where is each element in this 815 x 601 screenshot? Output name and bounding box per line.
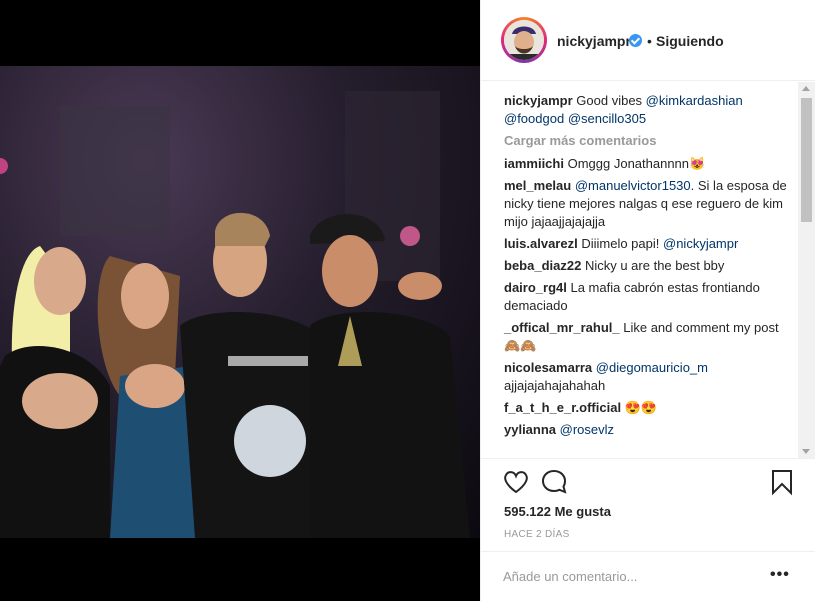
comment-username-link[interactable]: _offical_mr_rahul_ <box>504 320 620 335</box>
comment-username-link[interactable]: dairo_rg4l <box>504 280 567 295</box>
caption-mention-link[interactable]: @kimkardashian <box>646 93 743 108</box>
caption-mention-link[interactable]: @sencillo305 <box>568 111 646 126</box>
comment-username-link[interactable]: mel_melau <box>504 178 571 193</box>
add-comment-bar: ••• <box>481 551 815 601</box>
comment-mention-link[interactable]: @manuelvictor1530 <box>575 178 691 193</box>
comment-rows: iammiichi Omggg Jonathannnn😻 mel_melau @m… <box>504 155 794 439</box>
comment-row: mel_melau @manuelvictor1530. Si la espos… <box>504 177 794 231</box>
caption-username-link[interactable]: nickyjampr <box>504 93 573 108</box>
comment-mention-link[interactable]: @nickyjampr <box>659 236 738 251</box>
comment-row: nicolesamarra @diegomauricio_m ajjajajah… <box>504 359 794 395</box>
comments-list[interactable]: nickyjampr Good vibes @kimkardashian @fo… <box>481 82 815 458</box>
header-separator: • <box>647 33 652 49</box>
post-timestamp[interactable]: HACE 2 DÍAS <box>504 529 570 540</box>
comment-row: luis.alvarezl Diiimelo papi! @nickyjampr <box>504 235 794 253</box>
comments-scrollbar[interactable] <box>798 82 815 458</box>
comment-row: iammiichi Omggg Jonathannnn😻 <box>504 155 794 173</box>
post-sidebar: nickyjampr • Siguiendo nickyjampr Good v… <box>480 0 815 601</box>
caption-text: Good vibes <box>576 93 643 108</box>
comment-text: 😍😍 <box>624 400 658 415</box>
scroll-thumb[interactable] <box>801 98 812 222</box>
avatar[interactable] <box>501 17 547 63</box>
comment-username-link[interactable]: yylianna <box>504 422 556 437</box>
post-actions: 595.122 Me gusta HACE 2 DÍAS <box>481 458 815 546</box>
comment-row: _offical_mr_rahul_ Like and comment my p… <box>504 319 794 355</box>
comment-row: beba_diaz22 Nicky u are the best bby <box>504 257 794 275</box>
caption-mention-link[interactable]: @foodgod <box>504 111 564 126</box>
more-options-icon[interactable]: ••• <box>770 566 790 584</box>
add-comment-input[interactable] <box>503 564 753 588</box>
header-username-link[interactable]: nickyjampr <box>557 33 631 49</box>
comment-bubble-icon[interactable] <box>540 468 568 496</box>
likes-count[interactable]: 595.122 Me gusta <box>504 504 611 519</box>
bookmark-icon[interactable] <box>768 468 796 496</box>
comment-username-link[interactable]: iammiichi <box>504 156 564 171</box>
comment-row: f_a_t_h_e_r.official 😍😍 <box>504 399 794 417</box>
comment-username-link[interactable]: beba_diaz22 <box>504 258 581 273</box>
comment-row: dairo_rg4l La mafia cabrón estas frontia… <box>504 279 794 315</box>
post-header: nickyjampr • Siguiendo <box>481 0 815 81</box>
load-more-comments-button[interactable]: Cargar más comentarios <box>504 132 794 150</box>
photo-illustration <box>0 91 470 538</box>
post-media <box>0 0 480 601</box>
comment-text: Diiimelo papi! <box>581 236 660 251</box>
comment-username-link[interactable]: luis.alvarezl <box>504 236 578 251</box>
scroll-up-arrow-icon[interactable] <box>802 86 810 91</box>
comment-username-link[interactable]: nicolesamarra <box>504 360 592 375</box>
post-caption: nickyjampr Good vibes @kimkardashian @fo… <box>504 92 794 128</box>
post-photo[interactable] <box>0 66 480 538</box>
following-button[interactable]: Siguiendo <box>656 33 724 49</box>
comment-row: yylianna @rosevlz <box>504 421 794 439</box>
comment-mention-link[interactable]: @rosevlz <box>560 422 614 437</box>
scroll-down-arrow-icon[interactable] <box>802 449 810 454</box>
verified-badge-icon <box>629 34 642 47</box>
comment-text: ajjajajahajahahah <box>504 378 606 393</box>
avatar-illustration <box>504 20 544 60</box>
comment-mention-link[interactable]: @diegomauricio_m <box>596 360 708 375</box>
comment-text: Nicky u are the best bby <box>584 258 725 273</box>
avatar-image <box>504 20 544 60</box>
heart-icon[interactable] <box>502 468 530 496</box>
comment-text: Omggg Jonathannnn😻 <box>567 156 706 171</box>
comment-username-link[interactable]: f_a_t_h_e_r.official <box>504 400 621 415</box>
